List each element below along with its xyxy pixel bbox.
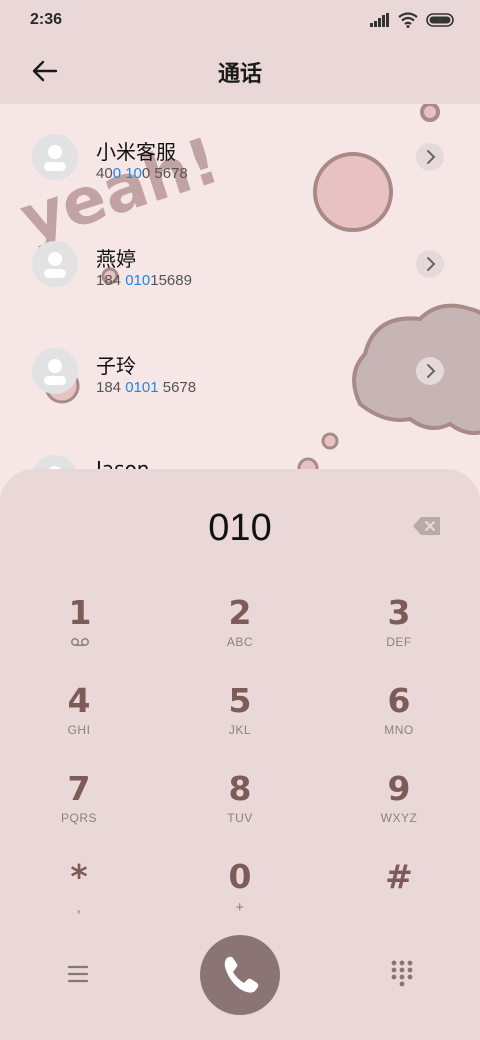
key-2[interactable]: 2 ABC — [180, 593, 300, 673]
contact-row[interactable]: 燕婷 184 01015689 — [0, 211, 480, 311]
key-7[interactable]: 7 PQRS — [19, 769, 139, 849]
contact-name: 子玲 — [96, 354, 136, 378]
key-5[interactable]: 5 JKL — [180, 681, 300, 761]
call-button[interactable] — [200, 935, 280, 1015]
page-title: 通话 — [217, 62, 262, 87]
status-bar: 2:36 — [0, 0, 480, 40]
key-4[interactable]: 4 GHI — [19, 681, 139, 761]
avatar — [32, 134, 78, 180]
chevron-right-icon[interactable] — [416, 250, 444, 278]
contact-number: 184 01015689 — [96, 272, 192, 289]
battery-icon — [426, 13, 454, 27]
contact-number: 184 0101 5678 — [96, 379, 197, 396]
phone-icon — [224, 956, 259, 993]
contact-list[interactable]: yeah! 小米客服 400 100 5678 燕婷 184 01015689 — [0, 104, 480, 474]
key-0[interactable]: 0 + — [180, 857, 300, 937]
backspace-icon[interactable] — [412, 515, 442, 537]
key-1[interactable]: 1 — [20, 593, 140, 673]
header: 通话 — [0, 40, 480, 104]
key-star[interactable]: * , — [19, 857, 139, 937]
person-icon — [44, 252, 66, 278]
contact-row[interactable]: 子玲 184 0101 5678 — [0, 318, 480, 418]
voicemail-icon — [71, 638, 89, 646]
key-3[interactable]: 3 DEF — [339, 593, 459, 673]
avatar — [32, 348, 78, 394]
person-icon — [44, 145, 66, 171]
dialed-number: 010 — [208, 507, 272, 549]
key-9[interactable]: 9 WXYZ — [339, 769, 459, 849]
contact-row[interactable]: 小米客服 400 100 5678 — [0, 104, 480, 204]
key-8[interactable]: 8 TUV — [180, 769, 300, 849]
signal-icon — [370, 13, 389, 27]
key-hash[interactable]: # — [339, 857, 459, 937]
contact-row[interactable]: Jason — [0, 425, 480, 474]
dialpad-panel: 010 1 2 ABC 3 DEF 4 GHI 5 JKL 6 MNO 7 PQ… — [0, 469, 480, 1040]
menu-icon[interactable] — [58, 959, 98, 989]
chevron-right-icon[interactable] — [416, 357, 444, 385]
wifi-icon — [398, 12, 418, 28]
status-icons — [370, 12, 456, 28]
chevron-right-icon[interactable] — [416, 143, 444, 171]
contact-number: 400 100 5678 — [96, 165, 188, 182]
contact-name: 小米客服 — [96, 140, 176, 164]
key-6[interactable]: 6 MNO — [339, 681, 459, 761]
person-icon — [44, 359, 66, 385]
dialpad-toggle-icon[interactable] — [384, 955, 420, 991]
status-time: 2:36 — [30, 11, 63, 28]
contact-name: 燕婷 — [96, 247, 136, 271]
avatar — [32, 241, 78, 287]
